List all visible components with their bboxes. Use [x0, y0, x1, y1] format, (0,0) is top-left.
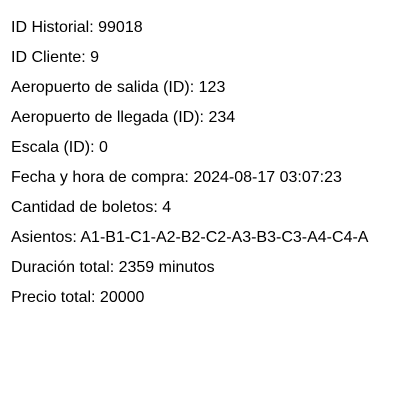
purchase-datetime-text: Fecha y hora de compra: 2024-08-17 03:07… [11, 169, 342, 186]
stopover-text: Escala (ID): 0 [11, 139, 108, 156]
seats-text: Asientos: A1-B1-C1-A2-B2-C2-A3-B3-C3-A4-… [11, 229, 369, 246]
total-duration-text: Duración total: 2359 minutos [11, 259, 215, 276]
history-id-text: ID Historial: 99018 [11, 19, 143, 36]
departure-airport-text: Aeropuerto de salida (ID): 123 [11, 79, 226, 96]
total-price-text: Precio total: 20000 [11, 289, 145, 306]
client-id-text: ID Cliente: 9 [11, 49, 100, 66]
ticket-count-text: Cantidad de boletos: 4 [11, 199, 172, 216]
purchase-history-record: ID Historial: 99018 ID Cliente: 9 Aeropu… [11, 13, 400, 313]
arrival-airport-text: Aeropuerto de llegada (ID): 234 [11, 109, 236, 126]
